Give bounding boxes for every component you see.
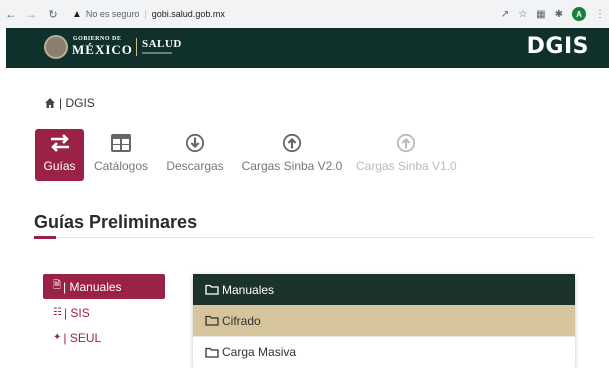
tab-label: Cargas Sinba V2.0 xyxy=(241,159,343,173)
department-logo: SALUD xyxy=(142,38,182,50)
folder-label: Manuales xyxy=(222,282,275,297)
upload-circle-icon xyxy=(282,133,302,153)
tab-label: Cargas Sinba V1.0 xyxy=(356,159,457,173)
browser-actions: ↗ ☆ ▦ ✱ A ⋮ xyxy=(501,7,605,21)
tab-guias[interactable]: Guías xyxy=(35,129,84,181)
breadcrumb: | DGIS xyxy=(44,96,95,110)
security-label[interactable]: No es seguro xyxy=(86,9,140,19)
breadcrumb-label[interactable]: | DGIS xyxy=(59,96,95,110)
gov-header: GOBIERNO DE MÉXICO SALUD DGIS xyxy=(6,28,609,68)
arrow-right-icon[interactable]: → xyxy=(24,7,38,21)
folder-icon xyxy=(205,284,219,295)
mexico-seal-logo[interactable] xyxy=(44,35,68,59)
gov-logo-main: MÉXICO xyxy=(72,42,133,57)
browser-toolbar: ← → ↻ ▲ No es seguro | gobi.salud.gob.mx… xyxy=(0,0,609,28)
swap-arrows-icon xyxy=(50,134,69,152)
network-icon: ✦ xyxy=(53,332,62,343)
url-separator: | xyxy=(144,9,147,19)
download-circle-icon xyxy=(185,133,205,153)
department-subline xyxy=(142,52,172,54)
home-icon[interactable] xyxy=(44,97,56,109)
address-bar-url[interactable]: gobi.salud.gob.mx xyxy=(152,9,225,19)
reload-icon[interactable]: ↻ xyxy=(46,8,60,21)
file-icon: 🗎 xyxy=(53,280,62,291)
tab-label: Catálogos xyxy=(93,159,149,173)
table-icon xyxy=(111,134,131,152)
arrow-left-icon[interactable]: ← xyxy=(4,7,18,21)
star-icon[interactable]: ☆ xyxy=(518,9,527,20)
tab-label: Descargas xyxy=(166,159,224,173)
sidebar-item-label: | Manuales xyxy=(63,279,122,294)
folder-label: Cifrado xyxy=(222,313,261,328)
title-accent-bar xyxy=(34,236,56,239)
tab-descargas[interactable]: Descargas xyxy=(164,129,226,181)
site-logo[interactable]: DGIS xyxy=(527,34,589,59)
sidebar-item-manuales[interactable]: 🗎 | Manuales xyxy=(43,274,165,299)
sidebar-item-label: | SIS xyxy=(63,305,90,320)
folder-row-carga-masiva[interactable]: Carga Masiva xyxy=(193,336,575,367)
tab-catalogos[interactable]: Catálogos xyxy=(92,129,150,181)
folder-panel: Manuales Cifrado Carga Masiva xyxy=(193,274,575,368)
puzzle-icon[interactable]: ✱ xyxy=(555,9,563,20)
tab-cargas-sinba-v1[interactable]: Cargas Sinba V1.0 xyxy=(356,129,457,181)
share-icon[interactable]: ↗ xyxy=(501,9,509,20)
menu-dots-icon[interactable]: ⋮ xyxy=(595,9,605,20)
profile-avatar[interactable]: A xyxy=(572,7,586,21)
warning-triangle-icon[interactable]: ▲ xyxy=(72,9,82,20)
extension-icon[interactable]: ▦ xyxy=(536,9,545,20)
folder-icon xyxy=(205,347,219,358)
tab-cargas-sinba-v2[interactable]: Cargas Sinba V2.0 xyxy=(240,129,344,181)
folder-row-manuales[interactable]: Manuales xyxy=(193,274,575,305)
sidebar-item-sis[interactable]: ☷ | SIS xyxy=(43,300,165,325)
sidebar-item-seul[interactable]: ✦ | SEUL xyxy=(43,325,165,350)
header-divider xyxy=(136,38,137,56)
title-divider xyxy=(34,237,594,238)
tab-label: Guías xyxy=(43,159,76,173)
sidebar-item-label: | SEUL xyxy=(63,330,102,345)
folder-row-cifrado[interactable]: Cifrado xyxy=(193,305,575,336)
folder-label: Carga Masiva xyxy=(222,345,297,359)
upload-circle-icon xyxy=(396,133,416,153)
section-title: Guías Preliminares xyxy=(34,212,198,232)
folder-icon xyxy=(205,315,219,326)
sitemap-icon: ☷ xyxy=(53,307,62,318)
